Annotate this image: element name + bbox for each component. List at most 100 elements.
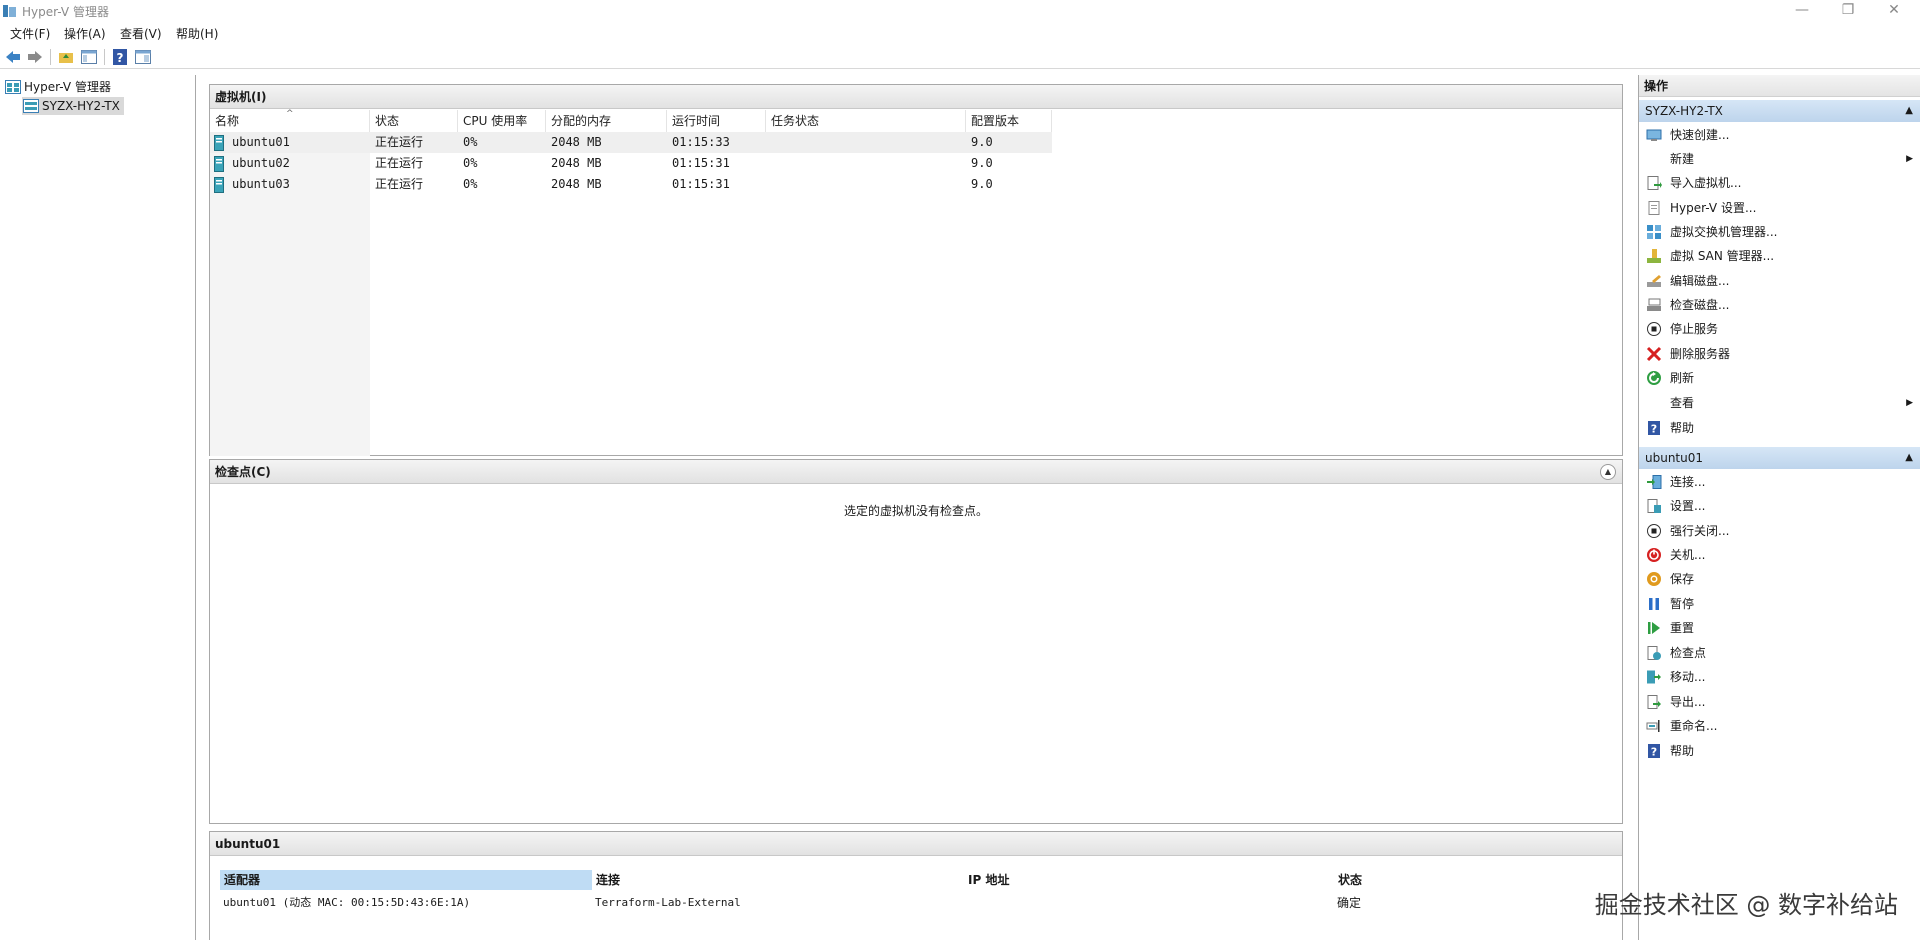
adapter-status: 确定 [1337, 896, 1362, 910]
tree-server-node[interactable]: SYZX-HY2-TX [22, 97, 124, 115]
col-header-uptime[interactable]: 运行时间 [667, 110, 766, 132]
action-virtual-san-manager[interactable]: 虚拟 SAN 管理器... [1639, 245, 1920, 267]
connect-icon [1647, 475, 1662, 489]
save-state-icon [1647, 572, 1661, 586]
action-virtual-switch-manager[interactable]: 虚拟交换机管理器... [1639, 221, 1920, 243]
action-label: 导入虚拟机... [1670, 176, 1742, 190]
action-remove-server[interactable]: 删除服务器 [1639, 343, 1920, 365]
checkpoints-title: 检查点(C) [215, 465, 271, 479]
close-button[interactable]: ✕ [1871, 0, 1917, 22]
actions-title: 操作 [1639, 75, 1920, 97]
col-header-task-status[interactable]: 任务状态 [766, 110, 966, 132]
action-quick-create[interactable]: 快速创建... [1639, 124, 1920, 146]
action-inspect-disk[interactable]: 检查磁盘... [1639, 294, 1920, 316]
action-refresh[interactable]: 刷新 [1639, 367, 1920, 389]
rename-icon [1646, 720, 1660, 732]
col-header-status[interactable]: 状态 [370, 110, 458, 132]
adapter-ip-address [965, 893, 967, 913]
vm-row[interactable]: ubuntu01 正在运行 0% 2048 MB 01:15:33 9.0 [210, 132, 1052, 153]
help-icon[interactable]: ? [111, 48, 129, 66]
vm-row[interactable]: ubuntu02 正在运行 0% 2048 MB 01:15:31 9.0 [210, 153, 1052, 174]
action-rename[interactable]: 重命名... [1639, 715, 1920, 737]
vm-memory: 2048 MB [551, 156, 602, 170]
action-save[interactable]: 保存 [1639, 568, 1920, 590]
action-pause[interactable]: 暂停 [1639, 593, 1920, 615]
action-help-server[interactable]: ? 帮助 [1639, 417, 1920, 439]
action-label: 保存 [1670, 572, 1695, 586]
vm-uptime: 01:15:33 [672, 135, 730, 149]
shut-down-icon [1647, 548, 1661, 562]
col-header-name[interactable]: 名称 ^ [210, 109, 370, 132]
stop-service-icon [1647, 322, 1661, 336]
action-turn-off[interactable]: 强行关闭... [1639, 520, 1920, 542]
virtual-san-icon [1647, 249, 1661, 263]
actions-vm-section[interactable]: ubuntu01 ▲ [1639, 447, 1920, 469]
toolbar: ? [0, 45, 1920, 69]
vm-icon [214, 177, 224, 193]
show-hide-tree-icon[interactable] [80, 48, 98, 66]
action-label: 强行关闭... [1670, 524, 1730, 538]
action-checkpoint[interactable]: 检查点 [1639, 642, 1920, 664]
vm-row[interactable]: ubuntu03 正在运行 0% 2048 MB 01:15:31 9.0 [210, 174, 1052, 195]
menu-view[interactable]: 查看(V) [120, 25, 162, 42]
vm-section-label: ubuntu01 [1645, 451, 1704, 465]
back-arrow-icon[interactable] [4, 48, 22, 66]
no-checkpoints-message: 选定的虚拟机没有检查点。 [843, 504, 988, 518]
col-header-config-version[interactable]: 配置版本 [966, 110, 1052, 132]
action-view[interactable]: 查看 ▶ [1639, 392, 1920, 414]
action-label: 关机... [1670, 548, 1706, 562]
col-header-status[interactable]: 状态 [1334, 870, 1534, 890]
col-header-cpu[interactable]: CPU 使用率 [458, 110, 546, 132]
up-folder-icon[interactable] [57, 48, 75, 66]
action-stop-service[interactable]: 停止服务 [1639, 318, 1920, 340]
vm-name: ubuntu03 [232, 177, 290, 191]
forward-arrow-icon[interactable] [26, 48, 44, 66]
navigation-tree: Hyper-V 管理器 SYZX-HY2-TX [0, 75, 196, 940]
tree-root-hyper-v-manager[interactable]: Hyper-V 管理器 [4, 78, 111, 96]
menu-file[interactable]: 文件(F) [10, 25, 50, 42]
checkpoints-panel: 检查点(C) ▲ 选定的虚拟机没有检查点。 [209, 459, 1623, 824]
vm-config-version: 9.0 [971, 156, 993, 170]
col-header-ip-address[interactable]: IP 地址 [964, 870, 1334, 890]
col-header-connection[interactable]: 连接 [592, 870, 964, 890]
action-label: 检查磁盘... [1670, 298, 1730, 312]
pause-icon [1649, 598, 1659, 610]
help-icon: ? [1648, 421, 1660, 436]
action-help-vm[interactable]: ? 帮助 [1639, 740, 1920, 762]
sort-ascending-icon: ^ [286, 109, 294, 119]
col-header-adapter[interactable]: 适配器 [220, 870, 592, 890]
virtual-machines-panel: 虚拟机(I) 名称 ^ 状态 CPU 使用率 分配的内存 运行时间 任务状态 配置… [209, 84, 1623, 456]
action-reset[interactable]: 重置 [1639, 617, 1920, 639]
menu-action[interactable]: 操作(A) [64, 25, 106, 42]
menu-help[interactable]: 帮助(H) [176, 25, 218, 42]
action-move[interactable]: 移动... [1639, 666, 1920, 688]
menu-bar: 文件(F) 操作(A) 查看(V) 帮助(H) [0, 22, 1920, 44]
actions-pane: 操作 SYZX-HY2-TX ▲ 快速创建... 新建 ▶ 导入虚拟机... Hyp… [1638, 75, 1920, 940]
svg-text:?: ? [1651, 423, 1657, 436]
action-new[interactable]: 新建 ▶ [1639, 148, 1920, 170]
reset-icon [1648, 622, 1660, 634]
action-import-vm[interactable]: 导入虚拟机... [1639, 172, 1920, 194]
action-edit-disk[interactable]: 编辑磁盘... [1639, 270, 1920, 292]
minimize-button[interactable]: — [1779, 0, 1825, 22]
restore-button[interactable]: ❐ [1825, 0, 1871, 22]
settings-document-icon [1648, 201, 1660, 215]
actions-server-section[interactable]: SYZX-HY2-TX ▲ [1639, 100, 1920, 122]
action-shut-down[interactable]: 关机... [1639, 544, 1920, 566]
collapse-icon[interactable]: ▲ [1600, 464, 1616, 480]
vm-memory: 2048 MB [551, 135, 602, 149]
tree-server-label: SYZX-HY2-TX [42, 99, 120, 113]
action-hyper-v-settings[interactable]: Hyper-V 设置... [1639, 197, 1920, 219]
show-hide-action-pane-icon[interactable] [134, 48, 152, 66]
action-label: 重命名... [1670, 719, 1718, 733]
col-header-memory[interactable]: 分配的内存 [546, 110, 667, 132]
virtual-switch-icon [1647, 225, 1661, 239]
vm-config-version: 9.0 [971, 177, 993, 191]
vm-status: 正在运行 [375, 156, 424, 170]
action-label: 虚拟 SAN 管理器... [1670, 249, 1775, 263]
action-export[interactable]: 导出... [1639, 691, 1920, 713]
action-connect[interactable]: 连接... [1639, 471, 1920, 493]
action-settings[interactable]: 设置... [1639, 495, 1920, 517]
vm-status: 正在运行 [375, 177, 424, 191]
checkpoint-icon [1647, 646, 1661, 660]
